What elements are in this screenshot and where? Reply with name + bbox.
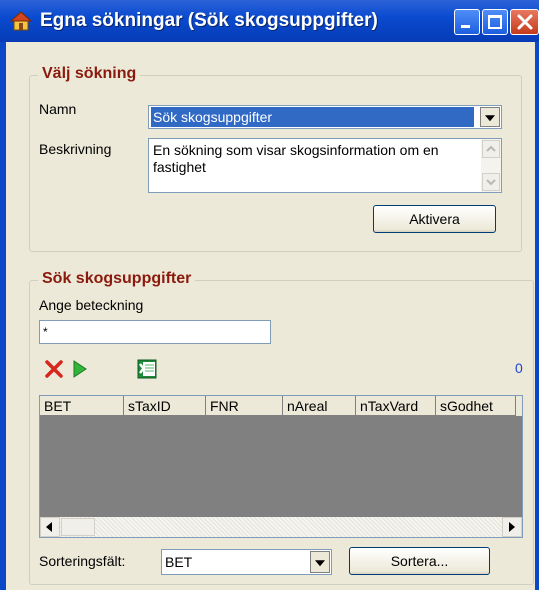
results-grid[interactable]: BET sTaxID FNR nAreal nTaxVard sGodhet [39,395,523,538]
valj-sokning-title: Välj sökning [38,65,141,83]
column-header-nareal[interactable]: nAreal [283,396,356,416]
column-header-staxid[interactable]: sTaxID [124,396,206,416]
chevron-down-icon[interactable] [310,551,330,573]
sort-field-select[interactable]: BET [161,549,332,575]
namn-select[interactable]: Sök skogsuppgifter [148,105,502,129]
scroll-right-button[interactable] [502,517,522,537]
aktivera-button[interactable]: Aktivera [373,205,496,233]
column-header-sgodhet[interactable]: sGodhet [436,396,516,416]
scroll-up-button[interactable] [482,140,500,158]
namn-label: Namn [39,101,77,117]
maximize-icon [488,15,502,29]
chevron-right-icon [509,522,515,532]
result-count: 0 [515,360,523,376]
minimize-button[interactable] [454,9,480,35]
window-title: Egna sökningar (Sök skogsuppgifter) [40,10,378,31]
maximize-button[interactable] [482,9,508,35]
column-header-ntaxvard[interactable]: nTaxVard [356,396,436,416]
ange-beteckning-label: Ange beteckning [39,297,144,313]
beskrivning-label: Beskrivning [39,141,112,157]
aktivera-label: Aktivera [409,211,460,227]
column-header-fnr[interactable]: FNR [206,396,283,416]
chevron-down-icon [486,179,496,186]
minimize-icon [461,25,470,28]
chevron-left-icon [46,522,52,532]
red-x-icon[interactable] [43,358,65,380]
sortera-button[interactable]: Sortera... [349,547,490,575]
window-frame-right [535,42,539,590]
beskrivning-text: En sökning som visar skogsinformation om… [153,142,439,175]
beskrivning-textarea[interactable]: En sökning som visar skogsinformation om… [148,138,502,193]
title-bar[interactable]: Egna sökningar (Sök skogsuppgifter) [0,0,539,42]
scroll-left-button[interactable] [40,517,60,537]
namn-value: Sök skogsuppgifter [151,107,474,127]
chevron-up-icon [486,145,496,152]
close-icon [515,12,535,37]
column-header-bet[interactable]: BET [40,396,124,416]
sortera-label: Sortera... [390,553,449,569]
scroll-down-button[interactable] [482,173,500,191]
sort-field-value: BET [165,554,193,570]
sok-skogsuppgifter-title: Sök skogsuppgifter [38,270,196,288]
close-button[interactable] [510,9,539,35]
chevron-down-icon[interactable] [480,107,500,127]
grid-horizontal-scrollbar[interactable] [40,517,522,537]
beteckning-value: * [43,325,48,339]
green-play-icon[interactable] [68,358,90,380]
excel-icon[interactable] [136,358,158,380]
house-icon [9,10,33,32]
scroll-thumb[interactable] [61,518,95,536]
window-frame-left [0,42,6,590]
grid-header: BET sTaxID FNR nAreal nTaxVard sGodhet [40,396,522,416]
beteckning-input[interactable]: * [39,320,271,344]
beskrivning-scrollbar[interactable] [481,139,501,192]
sorteringsfalt-label: Sorteringsfält: [39,553,126,569]
window: Egna sökningar (Sök skogsuppgifter) Välj… [0,0,539,590]
